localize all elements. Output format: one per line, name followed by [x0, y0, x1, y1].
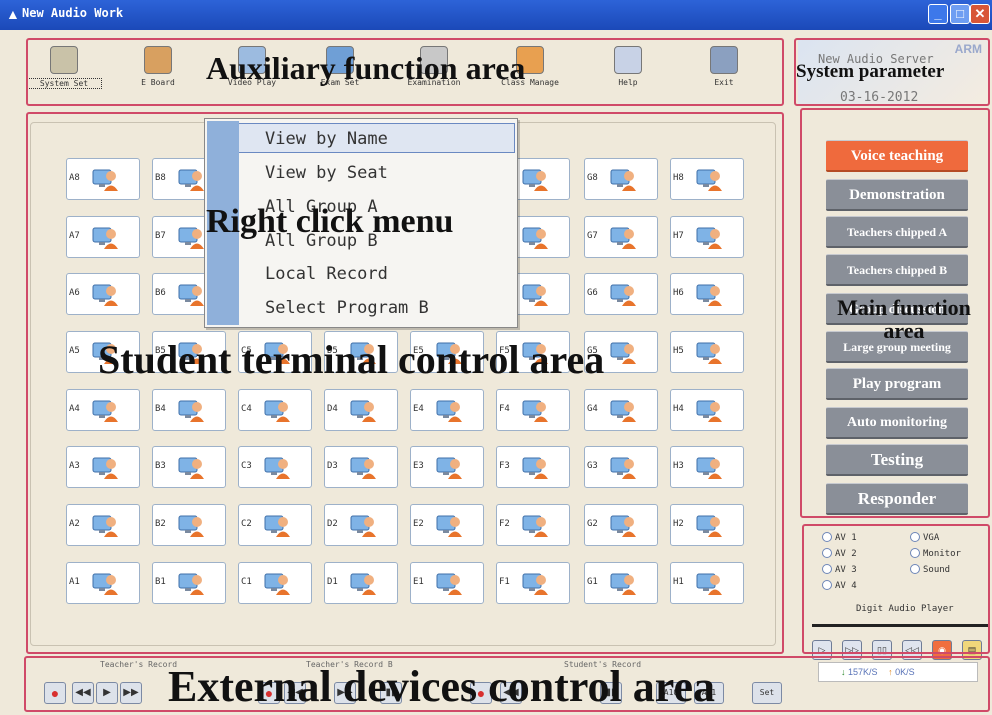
minimize-button[interactable]: _ [928, 4, 948, 24]
maximize-button[interactable]: □ [950, 4, 970, 24]
student-area-caption: Student terminal control area [98, 337, 605, 382]
application-window: ▲ New Audio Work _ □ ✕ System Set E Board… [0, 0, 992, 715]
window-title: New Audio Work [22, 6, 124, 20]
title-bar: ▲ New Audio Work _ □ ✕ [0, 0, 992, 30]
student-area-box [26, 112, 784, 654]
close-button[interactable]: ✕ [970, 4, 990, 24]
external-devices-caption: External devices control area [168, 662, 716, 711]
right-click-caption: Right click menu [206, 203, 454, 240]
auxiliary-caption: Auxiliary function area [206, 50, 526, 86]
main-function-caption: Main function area [837, 295, 971, 344]
app-icon: ▲ [6, 6, 20, 22]
av-panel-box [802, 524, 990, 654]
system-parameter-caption: System parameter [796, 61, 945, 82]
